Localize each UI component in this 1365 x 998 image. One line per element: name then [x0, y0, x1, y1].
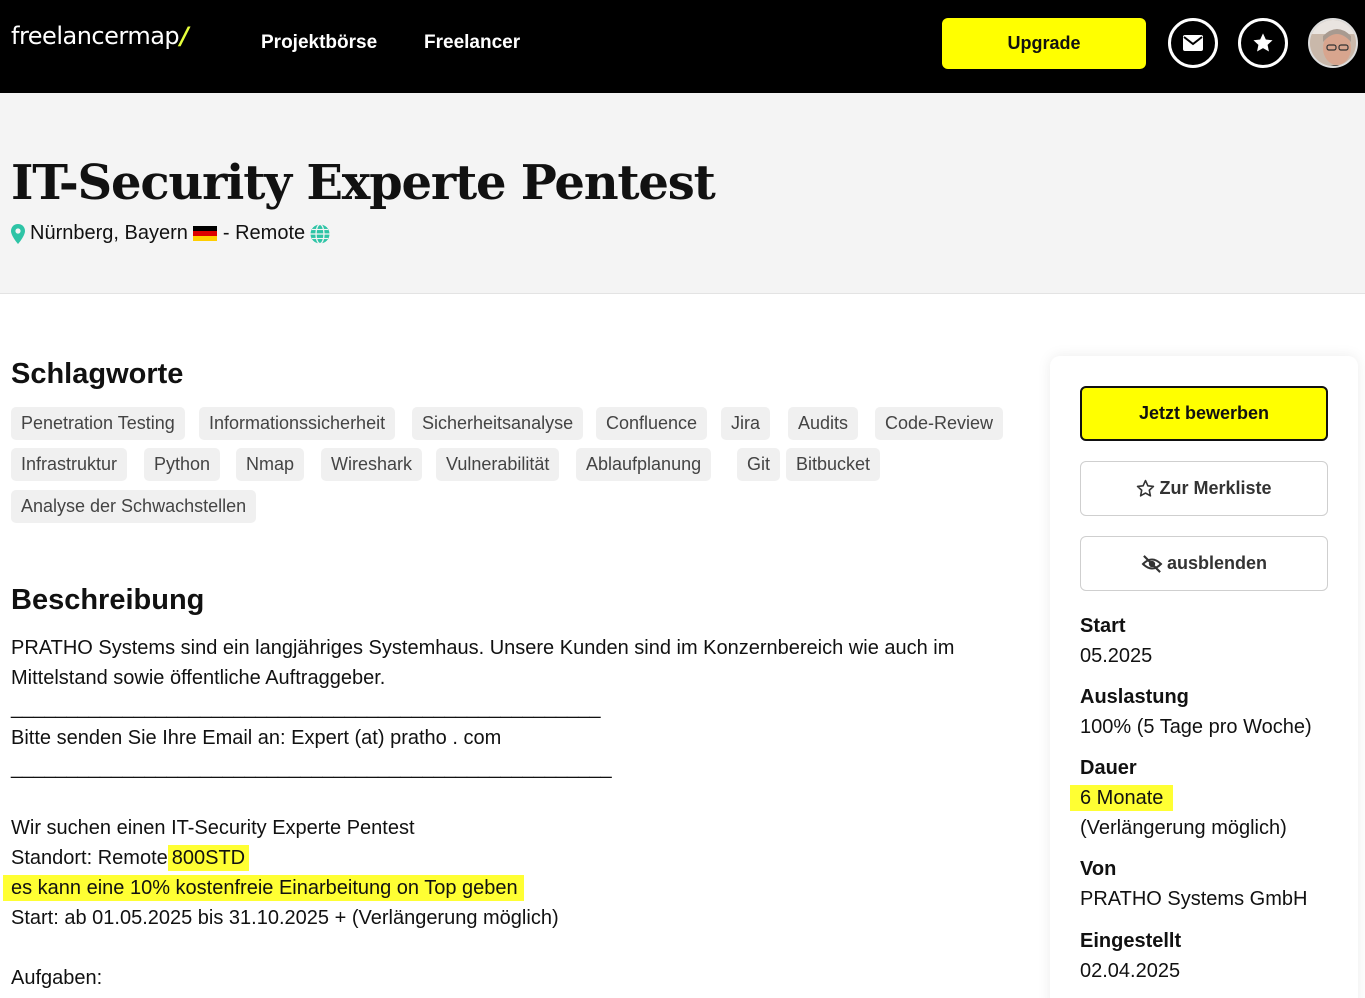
user-photo-icon: [1310, 20, 1356, 66]
tag[interactable]: Nmap: [236, 448, 305, 481]
globe-icon: [310, 223, 330, 244]
tag[interactable]: Infrastruktur: [11, 448, 128, 481]
top-navigation-bar: freelancermap/ Projektbörse Freelancer U…: [0, 0, 1365, 93]
envelope-icon: [1183, 35, 1203, 51]
meta-company: Von PRATHO Systems GmbH: [1080, 858, 1308, 910]
meta-posted: Eingestellt 02.04.2025: [1080, 930, 1182, 982]
meta-start: Start 05.2025: [1080, 615, 1153, 667]
hide-button[interactable]: ausblenden: [1080, 536, 1328, 591]
description-line: Aufgaben:: [11, 967, 103, 989]
project-sidebar: Jetzt bewerben Zur Merkliste ausblenden …: [1050, 356, 1358, 998]
description-line: PRATHO Systems sind ein langjähriges Sys…: [11, 637, 955, 659]
description-line: Bitte senden Sie Ihre Email an: Expert (…: [11, 727, 502, 749]
empty-line: [11, 783, 1011, 813]
avatar[interactable]: [1308, 18, 1358, 68]
empty-line: [11, 933, 1011, 963]
eye-slash-icon: [1141, 554, 1163, 573]
star-icon: [1253, 33, 1273, 52]
tag[interactable]: Git: [737, 448, 781, 481]
tag[interactable]: Python: [144, 448, 221, 481]
description-body: PRATHO Systems sind ein langjähriges Sys…: [3, 633, 1011, 993]
highlight-duration: 6 Monate: [1070, 785, 1174, 811]
favorites-button[interactable]: [1238, 18, 1288, 68]
location-text: Nürnberg, Bayern: [30, 222, 188, 244]
tag[interactable]: Wireshark: [321, 448, 423, 481]
tag[interactable]: Bitbucket: [786, 448, 881, 481]
highlight-onboarding: es kann eine 10% kostenfreie Einarbeitun…: [3, 875, 524, 901]
description-heading: Beschreibung: [11, 584, 205, 616]
remote-text: - Remote: [222, 222, 306, 244]
tag[interactable]: Penetration Testing: [11, 407, 185, 440]
keywords-heading: Schlagworte: [11, 358, 184, 390]
tag[interactable]: Audits: [788, 407, 859, 440]
apply-button[interactable]: Jetzt bewerben: [1080, 386, 1328, 441]
tag[interactable]: Vulnerabilität: [436, 448, 560, 481]
tag[interactable]: Code-Review: [875, 407, 1004, 440]
description-line: es kann eine 10% kostenfreie Einarbeitun…: [3, 873, 1011, 903]
divider-line: ________________________________________…: [11, 697, 601, 719]
tag[interactable]: Confluence: [596, 407, 708, 440]
nav-freelancer[interactable]: Freelancer: [424, 32, 520, 54]
nav-projektboerse[interactable]: Projektbörse: [261, 32, 377, 54]
description-line: Start: ab 01.05.2025 bis 31.10.2025 + (V…: [11, 907, 559, 929]
map-pin-icon: [11, 223, 25, 244]
description-line: Standort: Remote 800STD: [11, 843, 1011, 873]
star-outline-icon: [1137, 479, 1155, 497]
highlight-hours: 800STD: [167, 845, 250, 871]
tag[interactable]: Ablaufplanung: [576, 448, 712, 481]
messages-button[interactable]: [1168, 18, 1218, 68]
meta-workload: Auslastung 100% (5 Tage pro Woche): [1080, 686, 1312, 738]
freelancermap-logo[interactable]: freelancermap/: [11, 22, 189, 50]
tag[interactable]: Informationssicherheit: [199, 407, 396, 440]
tag[interactable]: Sicherheitsanalyse: [412, 407, 584, 440]
description-line: Mittelstand sowie öffentliche Auftraggeb…: [11, 667, 386, 689]
watchlist-button[interactable]: Zur Merkliste: [1080, 461, 1328, 516]
location-line: Nürnberg, Bayern - Remote: [11, 222, 330, 245]
upgrade-button[interactable]: Upgrade: [942, 18, 1146, 69]
description-line: Wir suchen einen IT-Security Experte Pen…: [11, 817, 415, 839]
tag[interactable]: Jira: [721, 407, 771, 440]
project-header: IT-Security Experte Pentest Nürnberg, Ba…: [0, 93, 1365, 294]
tag[interactable]: Analyse der Schwachstellen: [11, 490, 257, 523]
meta-duration: Dauer 6 Monate (Verlängerung möglich): [1070, 753, 1340, 843]
divider-line: ________________________________________…: [11, 757, 612, 779]
flag-germany-icon: [192, 226, 217, 241]
page-title: IT-Security Experte Pentest: [11, 155, 716, 211]
